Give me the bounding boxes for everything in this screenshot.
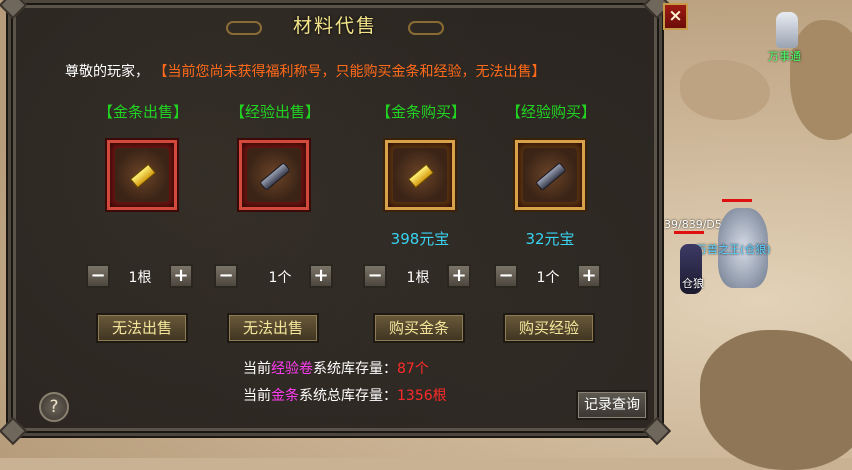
exp-stock-line: 当前经验卷系统库存量：87个 bbox=[243, 358, 429, 378]
cannot-sell-gold-button[interactable]: 无法出售 bbox=[96, 313, 188, 343]
swirl-ornament-icon bbox=[408, 20, 445, 35]
qty-value: 1个 bbox=[536, 270, 560, 286]
rock-terrain bbox=[680, 60, 770, 120]
help-button[interactable]: ? bbox=[39, 392, 69, 422]
greeting-warning: 【当前您尚未获得福利称号，只能购买金条和经验，无法出售】 bbox=[153, 64, 546, 80]
exp-scroll-icon bbox=[259, 162, 291, 191]
stock-prefix: 当前 bbox=[243, 361, 271, 377]
buy-gold-button[interactable]: 购买金条 bbox=[373, 313, 465, 343]
item-slot-gold-sell[interactable] bbox=[107, 140, 177, 210]
npc-beast-king-name: 万兽之王(仓狼) bbox=[696, 243, 771, 256]
gold-bar-icon bbox=[129, 163, 157, 189]
stock-item-name: 经验卷 bbox=[271, 361, 313, 377]
stock-prefix: 当前 bbox=[243, 388, 271, 404]
gold-bar-icon bbox=[407, 163, 435, 189]
close-button[interactable]: × bbox=[663, 3, 688, 30]
item-slot-exp-buy[interactable] bbox=[515, 140, 585, 210]
title-bar: 材料代售 bbox=[11, 11, 659, 38]
buy-exp-button[interactable]: 购买经验 bbox=[503, 313, 595, 343]
qty-minus-button[interactable]: − bbox=[86, 264, 110, 288]
qty-value: 1根 bbox=[128, 270, 152, 286]
record-query-button[interactable]: 记录查询 bbox=[576, 390, 648, 420]
npc-wanshitong[interactable] bbox=[776, 12, 798, 48]
qty-plus-button[interactable]: + bbox=[309, 264, 333, 288]
column-title-gold-buy: 【金条购买】 bbox=[375, 103, 466, 121]
slot-background bbox=[393, 148, 447, 202]
qty-minus-button[interactable]: − bbox=[214, 264, 238, 288]
npc-wanshitong-name: 万事通 bbox=[768, 50, 801, 63]
gold-stock-line: 当前金条系统总库存量：1356根 bbox=[243, 385, 447, 405]
rock-terrain bbox=[790, 20, 852, 140]
qty-value: 1个 bbox=[268, 270, 292, 286]
rock-terrain bbox=[700, 330, 852, 470]
slot-background bbox=[247, 148, 301, 202]
qty-value: 1根 bbox=[406, 270, 430, 286]
column-title-exp-buy: 【经验购买】 bbox=[505, 103, 596, 121]
page-title: 材料代售 bbox=[292, 15, 377, 37]
price-exp-buy: 32元宝 bbox=[525, 230, 575, 248]
qty-minus-button[interactable]: − bbox=[363, 264, 387, 288]
price-gold-buy: 398元宝 bbox=[390, 230, 450, 248]
item-slot-exp-sell[interactable] bbox=[239, 140, 309, 210]
stock-value: 87个 bbox=[397, 361, 429, 377]
slot-background bbox=[523, 148, 577, 202]
qty-plus-button[interactable]: + bbox=[577, 264, 601, 288]
swirl-ornament-icon bbox=[225, 20, 262, 35]
item-slot-gold-buy[interactable] bbox=[385, 140, 455, 210]
player-hp-bar bbox=[674, 231, 704, 234]
qty-minus-button[interactable]: − bbox=[494, 264, 518, 288]
column-title-exp-sell: 【经验出售】 bbox=[229, 103, 320, 121]
column-title-gold-sell: 【金条出售】 bbox=[97, 103, 188, 121]
greeting-text: 尊敬的玩家， 【当前您尚未获得福利称号，只能购买金条和经验，无法出售】 bbox=[65, 61, 545, 81]
qty-plus-button[interactable]: + bbox=[447, 264, 471, 288]
slot-background bbox=[115, 148, 169, 202]
cannot-sell-exp-button[interactable]: 无法出售 bbox=[227, 313, 319, 343]
qty-plus-button[interactable]: + bbox=[169, 264, 193, 288]
material-consignment-panel: 材料代售 尊敬的玩家， 【当前您尚未获得福利称号，只能购买金条和经验，无法出售】… bbox=[0, 0, 672, 446]
npc-hp-bar bbox=[722, 199, 752, 202]
player-name: 仓狼 bbox=[682, 277, 704, 290]
stock-label: 系统总库存量： bbox=[299, 388, 397, 404]
stock-label: 系统库存量： bbox=[313, 361, 397, 377]
stock-item-name: 金条 bbox=[271, 388, 299, 404]
exp-scroll-icon bbox=[535, 162, 567, 191]
stock-value: 1356根 bbox=[397, 388, 447, 404]
greeting-prefix: 尊敬的玩家， bbox=[65, 64, 149, 80]
